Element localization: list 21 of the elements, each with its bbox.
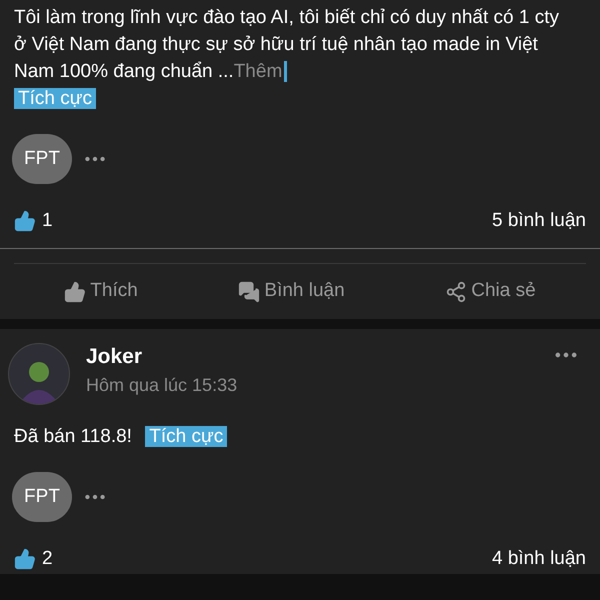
post-text: Đã bán 118.8! bbox=[14, 426, 132, 447]
post-time: Hôm qua lúc 15:33 bbox=[86, 374, 238, 397]
thumbs-up-icon bbox=[64, 280, 86, 302]
like-count: 1 bbox=[42, 208, 53, 233]
author-name[interactable]: Joker bbox=[86, 343, 238, 371]
sentiment-tag: Tích cực bbox=[14, 88, 96, 109]
more-link[interactable]: Thêm bbox=[234, 61, 288, 82]
sentiment-tag: Tích cực bbox=[145, 426, 228, 447]
stock-chip[interactable]: FPT bbox=[12, 134, 72, 184]
stock-chip[interactable]: FPT bbox=[12, 472, 72, 522]
share-icon bbox=[445, 280, 468, 302]
action-button[interactable]: Bình luận bbox=[238, 277, 345, 306]
comment-count[interactable]: 5 bình luận bbox=[492, 206, 586, 236]
chat-bubbles-icon bbox=[238, 280, 260, 302]
like-icon bbox=[14, 210, 36, 232]
like-icon bbox=[14, 548, 36, 570]
like-count: 2 bbox=[42, 546, 53, 571]
action-button[interactable]: Chia sẻ bbox=[445, 277, 536, 306]
post-text: Tôi làm trong lĩnh vực đào tạo AI, tôi biết chỉ có duy nhất có 1 cty ở Việt Nam đang thực sự sở hữu trí tuệ nhân tạo made in Việt Nam 100% đang chuẩn ...Thêm bbox=[14, 7, 560, 82]
action-button[interactable]: Thích bbox=[64, 277, 138, 306]
comment-count[interactable]: 4 bình luận bbox=[492, 544, 586, 574]
